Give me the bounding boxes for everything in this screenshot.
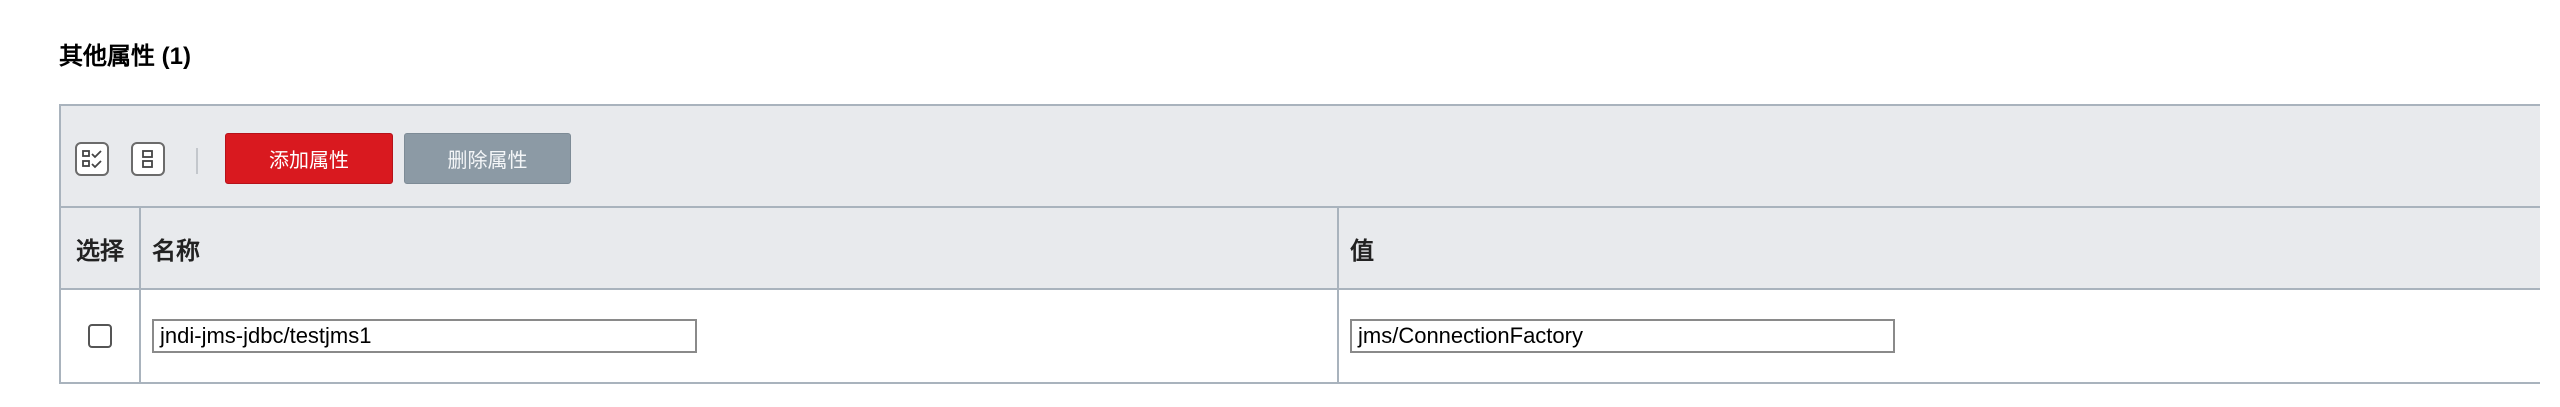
properties-table: 添加属性 删除属性 选择 名称 值 jndi-jms-jdbc/testjms1… xyxy=(59,104,2540,384)
row-name-cell: jndi-jms-jdbc/testjms1 xyxy=(139,290,1337,382)
row-select-cell xyxy=(61,290,139,382)
row-value-cell: jms/ConnectionFactory xyxy=(1337,290,2540,382)
select-all-icon[interactable] xyxy=(75,142,109,176)
table-toolbar: 添加属性 删除属性 xyxy=(61,106,2540,208)
toolbar-separator xyxy=(196,148,198,174)
table-row: jndi-jms-jdbc/testjms1 jms/ConnectionFac… xyxy=(61,290,2540,382)
deselect-all-icon[interactable] xyxy=(131,142,165,176)
column-header-select: 选择 xyxy=(76,237,124,265)
column-header-value: 值 xyxy=(1337,208,2540,288)
property-value-input[interactable]: jms/ConnectionFactory xyxy=(1350,319,1895,353)
section-title: 其他属性 (1) xyxy=(59,43,191,70)
add-property-button[interactable]: 添加属性 xyxy=(225,133,393,184)
property-name-input[interactable]: jndi-jms-jdbc/testjms1 xyxy=(152,319,697,353)
table-header: 选择 名称 值 xyxy=(61,208,2540,290)
delete-property-button[interactable]: 删除属性 xyxy=(404,133,571,184)
column-header-name: 名称 xyxy=(139,208,1337,288)
row-checkbox[interactable] xyxy=(88,324,112,348)
